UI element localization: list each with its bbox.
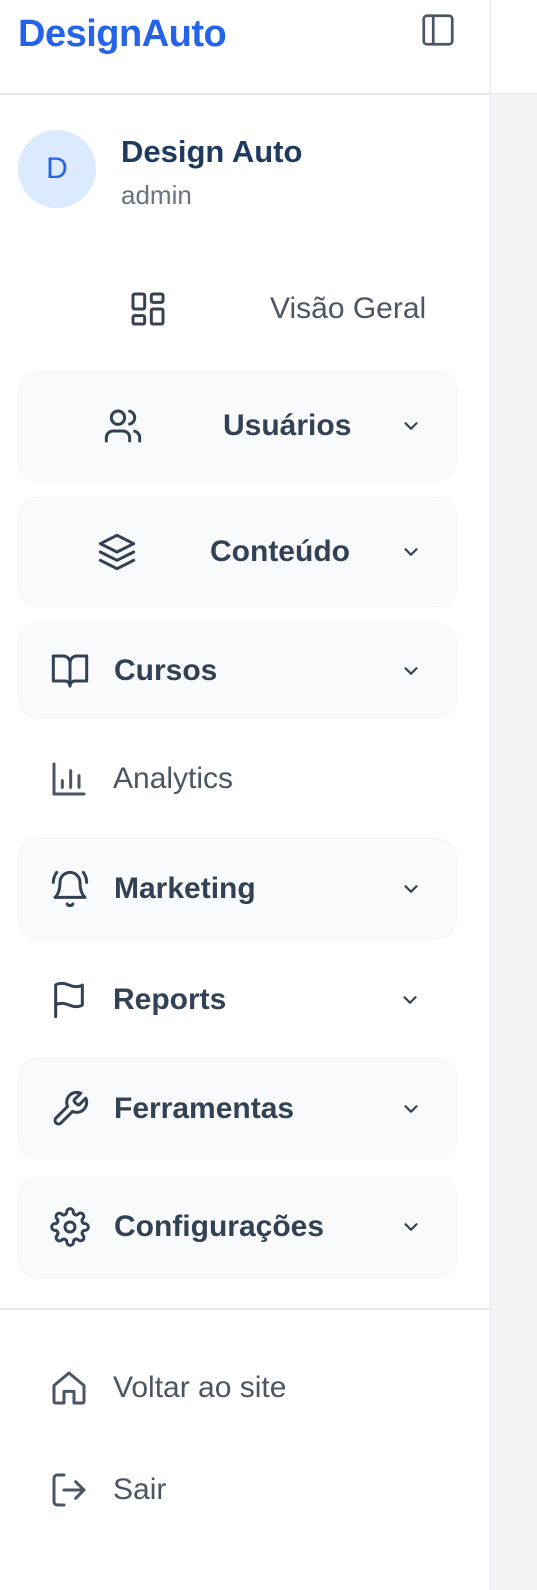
sidebar: DesignAuto D Design Auto admin Visão Ger…: [0, 0, 491, 1590]
sidebar-divider: [0, 1308, 490, 1310]
main-topbar: [491, 0, 537, 94]
wrench-icon: [50, 1089, 90, 1129]
nav-item-label: Conteúdo: [210, 535, 350, 568]
back-to-site-link[interactable]: Voltar ao site: [18, 1342, 457, 1434]
user-profile: D Design Auto admin: [18, 130, 458, 212]
avatar-initial: D: [46, 152, 68, 185]
home-icon: [49, 1368, 89, 1408]
flag-icon: [49, 980, 89, 1020]
sidebar-toggle-button[interactable]: [418, 10, 458, 50]
bell-ring-icon: [50, 869, 90, 909]
chevron-down-icon: [397, 412, 425, 440]
nav-item-tools[interactable]: Ferramentas: [18, 1058, 457, 1160]
nav-item-overview[interactable]: Visão Geral: [18, 263, 457, 355]
user-role: admin: [121, 180, 192, 210]
chevron-down-icon: [397, 1213, 425, 1241]
nav-item-label: Cursos: [114, 653, 218, 687]
book-open-icon: [50, 651, 90, 691]
nav-item-content[interactable]: Conteúdo: [18, 497, 457, 607]
gear-icon: [50, 1207, 90, 1247]
chevron-down-icon: [397, 1095, 425, 1123]
user-name: Design Auto: [121, 134, 303, 169]
nav-item-label: Analytics: [113, 762, 234, 795]
nav-item-courses[interactable]: Cursos: [18, 623, 457, 718]
nav-item-label: Reports: [113, 983, 227, 1016]
logout-button[interactable]: Sair: [18, 1444, 457, 1536]
log-out-icon: [49, 1470, 89, 1510]
nav-item-marketing[interactable]: Marketing: [18, 838, 457, 939]
nav-item-label: Marketing: [114, 871, 256, 905]
sidebar-header: DesignAuto: [0, 0, 490, 95]
bar-chart-icon: [49, 759, 89, 799]
nav-item-label: Usuários: [223, 409, 352, 442]
layout-grid-icon: [128, 289, 168, 329]
nav-item-settings[interactable]: Configurações: [18, 1176, 457, 1278]
chevron-down-icon: [396, 986, 424, 1014]
nav-item-label: Ferramentas: [114, 1092, 295, 1125]
chevron-down-icon: [397, 657, 425, 685]
chevron-down-icon: [397, 875, 425, 903]
nav-item-label: Sair: [113, 1473, 167, 1506]
app-logo[interactable]: DesignAuto: [18, 13, 227, 56]
nav-item-label: Voltar ao site: [113, 1371, 287, 1404]
users-icon: [103, 406, 143, 446]
nav-item-label: Visão Geral: [270, 292, 427, 325]
nav-item-label: Configurações: [114, 1210, 325, 1243]
chevron-down-icon: [397, 538, 425, 566]
avatar: D: [18, 130, 96, 208]
nav-item-users[interactable]: Usuários: [18, 371, 457, 481]
nav-item-analytics[interactable]: Analytics: [18, 733, 457, 825]
layers-icon: [97, 532, 137, 572]
nav-item-reports[interactable]: Reports: [18, 952, 457, 1048]
sidebar-toggle-icon: [419, 11, 457, 49]
